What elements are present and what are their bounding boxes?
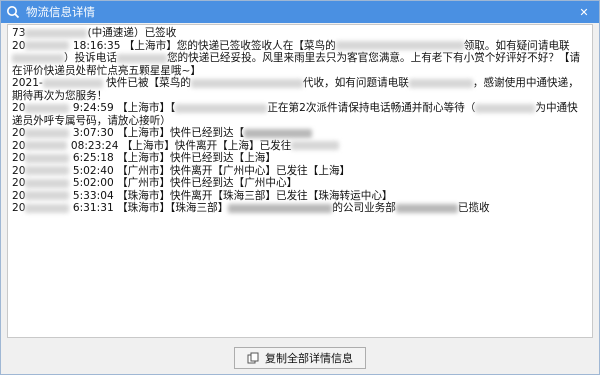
entry-date: 20 (12, 202, 26, 214)
redacted-text (408, 78, 473, 88)
entry-time: 08:23:24 (70, 139, 119, 152)
list-item: 20 3:07:30 【上海市】快件已经到达【 (12, 127, 588, 140)
redacted-waybill (25, 28, 88, 38)
footer: 复制全部详情信息 (1, 341, 599, 374)
entry-date: 20 (12, 189, 26, 202)
list-item: 20 5:02:00 【广州市】快件已经到达【广州中心】 (12, 177, 588, 190)
redacted-date (42, 78, 103, 88)
redacted-text (12, 53, 64, 63)
entry-date: 20 (12, 177, 26, 189)
redacted-date (25, 103, 70, 113)
redacted-date (25, 178, 70, 188)
entry-text: 【上海市】快件已经到达【上海】 (117, 152, 276, 164)
entry-text-tail: 已揽收 (457, 202, 490, 214)
redacted-text (335, 41, 464, 50)
entry-text-mid: 的公司业务部 (332, 202, 396, 214)
entry-time: 3:07:30 (72, 127, 114, 139)
logistics-details-window: 物流信息详情 ✕ 73 (中通速递）已签收 20 18:16:35 【上海市】您的… (0, 0, 600, 375)
redacted-date (25, 41, 70, 50)
redacted-date (25, 166, 70, 175)
redacted-text (291, 141, 340, 150)
entry-time: 5:02:00 (72, 177, 114, 189)
search-truck-icon (6, 5, 20, 19)
entry-text: 【广州市】快件已经到达【广州中心】 (117, 177, 298, 189)
entry-time: 5:33:04 (72, 189, 114, 202)
redacted-date (25, 203, 70, 213)
entry-date: 20 (12, 152, 26, 164)
entry-time: 18:16:35 (72, 39, 121, 52)
entry-text: 【珠海市】【珠海三部】 (117, 202, 229, 214)
list-item: 20 6:25:18 【上海市】快件已经到达【上海】 (12, 152, 588, 165)
entry-text: 【上海市】【 (117, 102, 176, 114)
waybill-prefix: 73 (12, 27, 26, 39)
redacted-text (190, 78, 303, 88)
redacted-text (395, 203, 458, 213)
redacted-date (25, 141, 68, 150)
copy-icon (247, 352, 259, 364)
entry-date: 20 (12, 127, 26, 139)
list-item: 20 18:16:35 【上海市】您的快递已签收签收人在【菜鸟的 领取。如有疑问请… (12, 40, 588, 78)
list-item: 20 5:33:04 【珠海市】快件离开【珠海三部】已发往【珠海转运中心】 (12, 190, 588, 203)
redacted-text (228, 203, 333, 213)
redacted-text (116, 53, 167, 63)
entry-text-mid: 代收，如有问题请电联 (302, 77, 409, 89)
redacted-text (244, 128, 313, 138)
waybill-status: (中通速递）已签收 (87, 27, 177, 39)
close-icon[interactable]: ✕ (575, 3, 593, 21)
redacted-date (25, 191, 70, 200)
entry-date: 20 (12, 164, 26, 177)
redacted-text (475, 103, 536, 113)
tracking-log[interactable]: 73 (中通速递）已签收 20 18:16:35 【上海市】您的快递已签收签收人在… (7, 24, 593, 338)
entry-text-cont: ）投诉电话 (64, 52, 117, 64)
list-item: 2021- 快件已被【菜鸟的 代收，如有问题请电联 ，感谢使用中通快递，期待再次为您… (12, 77, 588, 102)
copy-all-details-button[interactable]: 复制全部详情信息 (234, 346, 366, 369)
entry-date: 20 (12, 39, 26, 52)
entry-text: 【珠海市】快件离开【珠海三部】已发往【珠海转运中心】 (117, 189, 393, 202)
entry-date: 20 (12, 139, 26, 152)
entry-time: 5:02:40 (72, 164, 114, 177)
entry-text: 【上海市】快件已经到达【 (117, 127, 245, 139)
log-header: 73 (中通速递）已签收 (12, 27, 588, 40)
entry-text: 【广州市】快件离开【广州中心】已发往【上海】 (117, 164, 351, 177)
redacted-text (175, 103, 268, 113)
list-item: 20 6:31:31 【珠海市】【珠海三部】 的公司业务部 已揽收 (12, 202, 588, 215)
entry-text-mid: 领取。如有疑问请电联 (463, 39, 570, 52)
redacted-date (25, 153, 70, 163)
entry-date: 20 (12, 102, 26, 114)
entry-time: 6:25:18 (72, 152, 114, 164)
window-title: 物流信息详情 (26, 5, 95, 19)
entry-text: 【上海市】快件离开【上海】已发往 (121, 139, 292, 152)
copy-button-label: 复制全部详情信息 (265, 352, 353, 365)
redacted-date (25, 128, 70, 138)
entry-time: 9:24:59 (72, 102, 114, 114)
title-bar[interactable]: 物流信息详情 ✕ (1, 1, 599, 23)
list-item: 20 08:23:24 【上海市】快件离开【上海】已发往 (12, 140, 588, 153)
entry-time: 6:31:31 (72, 202, 114, 214)
entry-text: 快件已被【菜鸟的 (106, 77, 191, 89)
entry-date: 2021- (12, 77, 43, 89)
list-item: 20 9:24:59 【上海市】【 正在第2次派件请保持电话畅通并耐心等待（ 为中通… (12, 102, 588, 127)
list-item: 20 5:02:40 【广州市】快件离开【广州中心】已发往【上海】 (12, 165, 588, 178)
entry-text: 【上海市】您的快递已签收签收人在【菜鸟的 (123, 39, 336, 52)
entry-text-mid: 正在第2次派件请保持电话畅通并耐心等待（ (267, 102, 476, 114)
